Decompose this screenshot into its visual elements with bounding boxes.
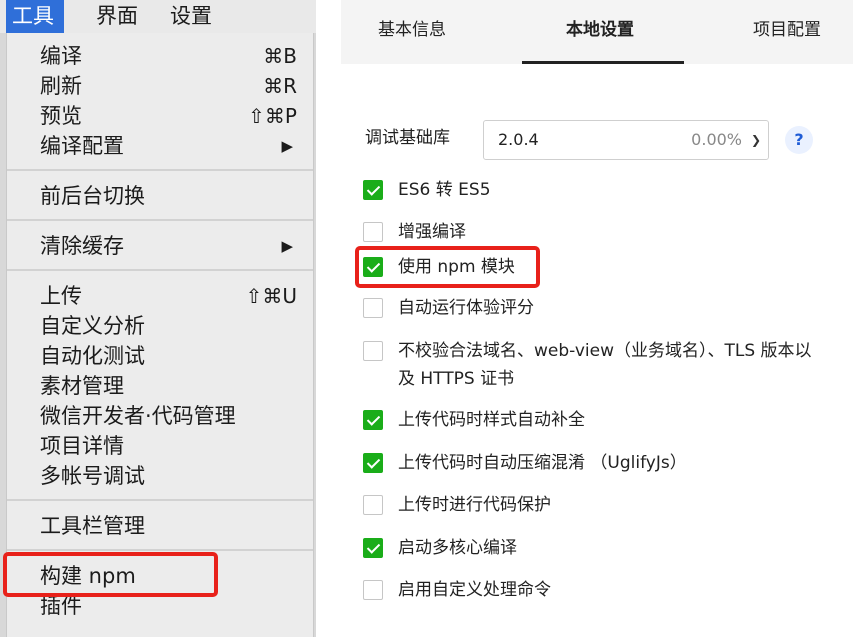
menu-item-automation-test[interactable]: 自动化测试 [7, 341, 313, 371]
annotation-highlight-use-npm [355, 246, 540, 288]
menu-item-custom-analysis[interactable]: 自定义分析 [7, 311, 313, 341]
checkbox-checked-icon[interactable] [363, 538, 383, 558]
option-label: 上传代码时自动压缩混淆 （UglifyJs） [398, 453, 687, 473]
menubar-item-interface[interactable]: 界面 [96, 0, 138, 33]
menu-separator [7, 169, 313, 171]
menu-item-refresh[interactable]: 刷新 ⌘R [7, 71, 313, 101]
menu-separator [7, 499, 313, 501]
menubar: 工具 界面 设置 [0, 0, 316, 33]
tab-basic-info[interactable]: 基本信息 [378, 0, 446, 64]
checkbox-unchecked-icon[interactable] [363, 341, 383, 361]
menu-item-label: 编译配置 [40, 134, 124, 158]
menu-item-label: 工具栏管理 [40, 514, 145, 538]
menu-screenshot: 工具 界面 设置 编译 ⌘B 刷新 ⌘R 预览 ⇧⌘P 编译配置 ▶ 前后台切换… [0, 0, 316, 637]
option-label: 自动运行体验评分 [398, 298, 534, 318]
checkbox-unchecked-icon[interactable] [363, 222, 383, 242]
menu-item-shortcut: ⌘R [263, 74, 297, 98]
menu-item-label: 自定义分析 [40, 314, 145, 338]
menu-separator [7, 219, 313, 221]
option-label: 启动多核心编译 [398, 538, 517, 558]
menu-item-shortcut: ⇧⌘P [248, 104, 297, 128]
menu-separator [7, 549, 313, 551]
help-icon[interactable]: ? [785, 126, 813, 154]
local-settings-panel: 基本信息 本地设置 项目配置 调试基础库 2.0.4 0.00% ❯ ? ES6… [341, 0, 853, 637]
option-label: 上传代码时样式自动补全 [398, 410, 585, 430]
checkbox-checked-icon[interactable] [363, 410, 383, 430]
checkbox-unchecked-icon[interactable] [363, 298, 383, 318]
menu-item-label: 素材管理 [40, 374, 124, 398]
option-label: 增强编译 [398, 222, 466, 242]
option-label: 不校验合法域名、web-view（业务域名）、TLS 版本以及 HTTPS 证书 [398, 341, 812, 389]
base-lib-usage-percent: 0.00% [691, 130, 742, 149]
menu-item-compile-config[interactable]: 编译配置 ▶ [7, 131, 313, 161]
menu-item-label: 编译 [40, 44, 82, 68]
tab-local-settings[interactable]: 本地设置 [566, 0, 634, 64]
menu-item-label: 上传 [40, 284, 82, 308]
menu-item-preview[interactable]: 预览 ⇧⌘P [7, 101, 313, 131]
menu-item-project-details[interactable]: 项目详情 [7, 431, 313, 461]
tab-project-config[interactable]: 项目配置 [753, 0, 821, 64]
menu-item-compile[interactable]: 编译 ⌘B [7, 41, 313, 71]
option-label: 上传时进行代码保护 [398, 495, 551, 515]
option-label: ES6 转 ES5 [398, 180, 491, 200]
menu-item-foreground-background-switch[interactable]: 前后台切换 [7, 181, 313, 211]
submenu-arrow-icon: ▶ [281, 237, 293, 255]
menu-item-label: 前后台切换 [40, 184, 145, 208]
checkbox-checked-icon[interactable] [363, 453, 383, 473]
menu-item-toolbar-management[interactable]: 工具栏管理 [7, 511, 313, 541]
base-lib-select[interactable]: 2.0.4 0.00% ❯ [483, 120, 769, 160]
menu-item-label: 多帐号调试 [40, 464, 145, 488]
menu-item-upload[interactable]: 上传 ⇧⌘U [7, 281, 313, 311]
settings-tabbar: 基本信息 本地设置 项目配置 [341, 0, 853, 64]
menu-item-label: 刷新 [40, 74, 82, 98]
base-lib-label: 调试基础库 [365, 128, 450, 148]
menu-item-multi-account-debug[interactable]: 多帐号调试 [7, 461, 313, 491]
active-tab-indicator [522, 61, 684, 64]
menu-item-label: 清除缓存 [40, 234, 124, 258]
menubar-item-tools[interactable]: 工具 [6, 0, 64, 33]
menu-separator [7, 269, 313, 271]
menu-item-clear-cache[interactable]: 清除缓存 ▶ [7, 231, 313, 261]
menu-item-asset-management[interactable]: 素材管理 [7, 371, 313, 401]
annotation-highlight-build-npm [3, 552, 218, 597]
menu-item-label: 自动化测试 [40, 344, 145, 368]
menu-item-code-management[interactable]: 微信开发者·代码管理 [7, 401, 313, 431]
option-label: 启用自定义处理命令 [398, 580, 551, 600]
tools-dropdown-menu: 编译 ⌘B 刷新 ⌘R 预览 ⇧⌘P 编译配置 ▶ 前后台切换 清除缓存 ▶ 上… [6, 33, 314, 637]
menu-item-label: 预览 [40, 104, 82, 128]
base-lib-version: 2.0.4 [498, 130, 539, 149]
menu-item-shortcut: ⌘B [263, 44, 297, 68]
submenu-arrow-icon: ▶ [281, 137, 293, 155]
menu-item-label: 项目详情 [40, 434, 124, 458]
chevron-down-icon: ❯ [750, 133, 761, 147]
checkbox-checked-icon[interactable] [363, 180, 383, 200]
menubar-item-settings[interactable]: 设置 [170, 0, 212, 33]
menu-item-label: 微信开发者·代码管理 [40, 404, 236, 428]
menu-item-shortcut: ⇧⌘U [245, 284, 297, 308]
checkbox-unchecked-icon[interactable] [363, 580, 383, 600]
checkbox-unchecked-icon[interactable] [363, 495, 383, 515]
